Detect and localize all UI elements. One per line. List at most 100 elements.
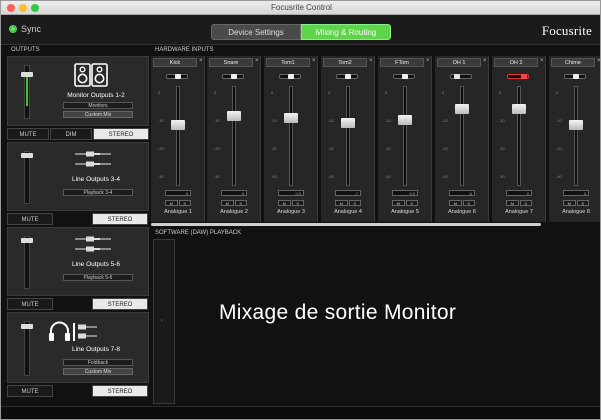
solo-button[interactable]: S <box>291 200 304 206</box>
channel-fader-track[interactable] <box>460 86 464 186</box>
output-custom-mix-button[interactable]: Custom Mix <box>63 368 133 375</box>
gain-readout[interactable]: 0.0 <box>278 190 304 196</box>
gain-readout[interactable]: 0.0 <box>392 190 418 196</box>
channel-fader-knob[interactable] <box>341 117 355 128</box>
output-mute-button[interactable]: MUTE <box>7 385 53 397</box>
solo-button[interactable]: S <box>519 200 532 206</box>
channel-name-field[interactable]: Chime <box>551 58 595 67</box>
output-source-select[interactable]: Foldback <box>63 359 133 366</box>
channel-fader-knob[interactable] <box>569 120 583 131</box>
output-stereo-button[interactable]: STEREO <box>92 213 148 225</box>
remove-channel-icon[interactable]: × <box>369 58 373 64</box>
mute-button[interactable]: M <box>506 200 519 206</box>
channel-name-field[interactable]: Tom1 <box>266 58 310 67</box>
solo-button[interactable]: S <box>405 200 418 206</box>
output-source-select[interactable]: Playback 3-4 <box>63 189 133 196</box>
channel-fader-knob[interactable] <box>455 104 469 114</box>
solo-button[interactable]: S <box>576 200 589 206</box>
output-mute-button[interactable]: MUTE <box>7 298 53 310</box>
output-block: Monitor Outputs 1-2 Monitors Custom Mix <box>7 56 149 126</box>
gain-readout[interactable]: 0 <box>506 190 532 196</box>
channel-fader-track[interactable] <box>517 86 521 186</box>
remove-channel-icon[interactable]: × <box>540 58 544 64</box>
output-mute-button[interactable]: MUTE <box>7 128 49 140</box>
channel-name-field[interactable]: Snare <box>209 58 253 67</box>
mute-button[interactable]: M <box>165 200 178 206</box>
mute-button[interactable]: M <box>221 200 234 206</box>
gain-readout[interactable]: 0 <box>563 190 589 196</box>
channel-fader-knob[interactable] <box>512 104 526 114</box>
remove-channel-icon[interactable]: × <box>483 58 487 64</box>
output-fader-track[interactable] <box>24 236 30 289</box>
pan-slider-knob[interactable] <box>520 74 527 79</box>
solo-button[interactable]: S <box>348 200 361 206</box>
gain-readout[interactable]: -7 <box>335 190 361 196</box>
channel-name-field[interactable]: Kick <box>153 58 197 67</box>
remove-channel-icon[interactable]: × <box>312 58 316 64</box>
pan-slider[interactable] <box>507 74 529 79</box>
solo-button[interactable]: S <box>462 200 475 206</box>
gain-readout[interactable]: 0 <box>165 190 191 196</box>
mute-button[interactable]: M <box>392 200 405 206</box>
output-stereo-button[interactable]: STEREO <box>93 128 149 140</box>
pan-slider-knob[interactable] <box>573 74 579 79</box>
output-fader-knob[interactable] <box>21 72 33 78</box>
channel-fader-knob[interactable] <box>171 120 185 131</box>
output-fader-track[interactable] <box>24 321 30 376</box>
tab-device-settings[interactable]: Device Settings <box>211 24 301 40</box>
pan-slider-knob[interactable] <box>231 74 237 79</box>
pan-slider-knob[interactable] <box>175 74 181 79</box>
pan-slider[interactable] <box>279 74 301 79</box>
output-stereo-button[interactable]: STEREO <box>92 385 148 397</box>
remove-channel-icon[interactable]: × <box>199 58 203 64</box>
output-mute-button[interactable]: MUTE <box>7 213 53 225</box>
gain-readout[interactable]: -6 <box>449 190 475 196</box>
channel-name-field[interactable]: FTom <box>380 58 424 67</box>
output-stereo-button[interactable]: STEREO <box>92 298 148 310</box>
output-fader-knob[interactable] <box>21 153 33 159</box>
remove-channel-icon[interactable]: × <box>255 58 259 64</box>
channel-fader-track[interactable] <box>346 86 350 186</box>
output-fader-track[interactable] <box>24 151 30 204</box>
pan-slider[interactable] <box>336 74 358 79</box>
pan-slider[interactable] <box>450 74 472 79</box>
remove-channel-icon[interactable]: × <box>597 58 600 64</box>
pan-slider[interactable] <box>222 74 244 79</box>
channel-fader-track[interactable] <box>232 86 236 186</box>
output-source-select[interactable]: Monitors <box>63 102 133 109</box>
hardware-inputs-scrollbar[interactable] <box>151 223 541 226</box>
pan-slider-knob[interactable] <box>402 74 408 79</box>
output-fader-knob[interactable] <box>21 238 33 244</box>
pan-slider[interactable] <box>393 74 415 79</box>
channel-fader-track[interactable] <box>574 86 578 186</box>
channel-name-field[interactable]: OH 1 <box>437 58 481 67</box>
pan-slider-knob[interactable] <box>454 74 461 79</box>
remove-channel-icon[interactable]: × <box>426 58 430 64</box>
channel-fader-knob[interactable] <box>398 114 412 125</box>
output-source-select[interactable]: Playback 5-6 <box>63 274 133 281</box>
pan-slider-knob[interactable] <box>288 74 294 79</box>
expand-arrow-icon[interactable]: ‹ <box>161 318 163 324</box>
pan-slider-knob[interactable] <box>345 74 351 79</box>
solo-button[interactable]: S <box>234 200 247 206</box>
channel-fader-track[interactable] <box>403 86 407 186</box>
solo-button[interactable]: S <box>178 200 191 206</box>
channel-fader-track[interactable] <box>289 86 293 186</box>
mute-button[interactable]: M <box>335 200 348 206</box>
mute-button[interactable]: M <box>449 200 462 206</box>
channel-fader-knob[interactable] <box>284 113 298 123</box>
pan-slider[interactable] <box>564 74 586 79</box>
gain-readout[interactable]: 0 <box>221 190 247 196</box>
pan-slider[interactable] <box>166 74 188 79</box>
output-dim-button[interactable]: DIM <box>50 128 92 140</box>
software-playback-strip[interactable]: ‹ <box>153 239 175 404</box>
channel-name-field[interactable]: OH 2 <box>494 58 538 67</box>
output-custom-mix-button[interactable]: Custom Mix <box>63 111 133 118</box>
channel-name-field[interactable]: Tom2 <box>323 58 367 67</box>
channel-fader-knob[interactable] <box>227 111 241 122</box>
tab-mixing-routing[interactable]: Mixing & Routing <box>301 24 391 40</box>
mute-button[interactable]: M <box>278 200 291 206</box>
mute-button[interactable]: M <box>563 200 576 206</box>
output-fader-knob[interactable] <box>21 323 33 329</box>
channel-fader-track[interactable] <box>176 86 180 186</box>
